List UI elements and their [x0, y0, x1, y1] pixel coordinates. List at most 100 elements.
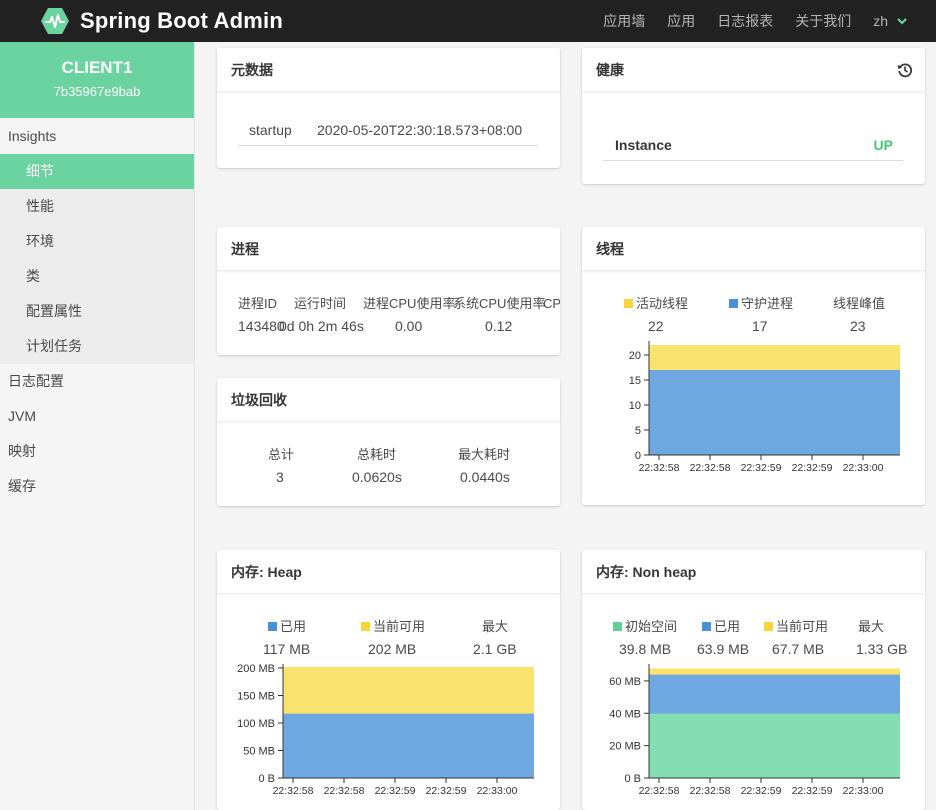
heap-committed-value: 202 MB — [368, 641, 417, 657]
nonheap-init-legend: 初始空间 — [613, 616, 677, 635]
sidebar-item-mappings[interactable]: 映射 — [0, 434, 194, 469]
legend-swatch-green — [613, 622, 622, 631]
gc-count-value: 3 — [276, 469, 284, 485]
sidebar-item-metrics[interactable]: 性能 — [0, 189, 194, 224]
nav-link-about[interactable]: 关于我们 — [795, 11, 851, 31]
threads-live-value: 22 — [648, 318, 664, 334]
process-uptime-value: 0d 0h 2m 46s — [279, 318, 364, 334]
heap-max-label: 最大 — [482, 619, 509, 634]
threads-peak-value: 23 — [850, 318, 866, 334]
gc-max-time-value: 0.0440s — [460, 469, 510, 485]
x-tick-label: 22:32:58 — [639, 462, 680, 474]
x-tick-label: 22:32:59 — [792, 785, 833, 797]
sidebar-item-scheduled-tasks[interactable]: 计划任务 — [0, 329, 194, 364]
health-title: 健康 — [596, 62, 624, 78]
sidebar-item-jvm[interactable]: JVM — [0, 399, 194, 434]
y-tick-label: 60 MB — [609, 676, 641, 688]
chevron-down-icon — [897, 18, 907, 25]
process-id-label: 进程ID — [238, 296, 278, 311]
y-tick-label: 5 — [635, 425, 641, 437]
sidebar-item-loggers[interactable]: 日志配置 — [0, 364, 194, 399]
threads-daemon-label: 守护进程 — [741, 296, 794, 311]
metadata-value: 2020-05-20T22:30:18.573+08:00 — [317, 122, 523, 138]
threads-card: 线程 活动线程 守护进程 线程峰值 22 17 23 0 5 10 15 20 22:32… — [582, 227, 925, 505]
sidebar-item-beans[interactable]: 类 — [0, 259, 194, 294]
y-tick-label: 40 MB — [609, 708, 641, 720]
nonheap-committed-label: 当前可用 — [776, 619, 829, 634]
nonheap-title: 内存: Non heap — [582, 550, 925, 594]
history-icon[interactable] — [897, 62, 913, 78]
legend-swatch-blue — [729, 299, 738, 308]
heap-committed-legend: 当前可用 — [361, 616, 425, 635]
insights-submenu: 细节 性能 环境 类 配置属性 计划任务 — [0, 154, 194, 364]
x-tick-label: 22:32:59 — [741, 785, 782, 797]
nonheap-init-label: 初始空间 — [625, 619, 678, 634]
sidebar: CLIENT1 7b35967e9bab Insights 细节 性能 环境 类… — [0, 42, 195, 810]
legend-swatch-yellow — [624, 299, 633, 308]
nonheap-used-label: 已用 — [714, 619, 741, 634]
gc-card: 垃圾回收 总计 总耗时 最大耗时 3 0.0620s 0.0440s — [217, 378, 560, 506]
sidebar-group-insights[interactable]: Insights — [0, 118, 194, 154]
gc-max-time-label: 最大耗时 — [458, 447, 511, 462]
language-label: zh — [873, 13, 888, 29]
heap-chart: 0 B 50 MB 100 MB 150 MB 200 MB 22:32:58 22:32:… — [237, 663, 534, 797]
nonheap-committed-legend: 当前可用 — [764, 616, 828, 635]
area-series-1 — [649, 713, 900, 778]
brand[interactable]: Spring Boot Admin — [40, 6, 283, 36]
y-tick-label: 20 MB — [609, 741, 641, 753]
x-tick-label: 22:32:58 — [690, 785, 731, 797]
sidebar-item-config-props[interactable]: 配置属性 — [0, 294, 194, 329]
heap-committed-label: 当前可用 — [373, 619, 426, 634]
nav-link-applications[interactable]: 应用 — [667, 11, 695, 31]
brand-name: Spring Boot Admin — [80, 8, 284, 33]
nonheap-init-value: 39.8 MB — [619, 641, 672, 657]
language-selector[interactable]: zh — [873, 13, 908, 29]
sidebar-item-caches[interactable]: 缓存 — [0, 469, 194, 504]
threads-daemon-legend: 守护进程 — [729, 293, 793, 312]
nonheap-chart: 0 B 20 MB 40 MB 60 MB 22:32:58 22:32:58 22:32:… — [609, 664, 900, 797]
health-header: 健康 — [582, 48, 925, 92]
x-tick-label: 22:32:59 — [792, 462, 833, 474]
legend-swatch-yellow — [361, 622, 370, 631]
process-card: 进程 进程ID 运行时间 进程CPU使用率 系统CPU使用率 CPU核心 143… — [217, 227, 560, 355]
heartbeat-hexagon-icon — [41, 8, 69, 34]
process-title: 进程 — [217, 227, 560, 271]
process-cpu-label: 进程CPU使用率 — [363, 296, 456, 311]
metadata-row: startup 2020-05-20T22:30:18.573+08:00 — [238, 110, 538, 146]
nav-link-journal[interactable]: 日志报表 — [717, 11, 773, 31]
system-cpu-value: 0.12 — [485, 318, 513, 334]
cpu-cores-label: CPU核心 — [543, 296, 560, 311]
sidebar-item-environment[interactable]: 环境 — [0, 224, 194, 259]
x-tick-label: 22:32:58 — [639, 785, 680, 797]
health-card: 健康 Instance UP — [582, 48, 925, 184]
gc-title: 垃圾回收 — [217, 378, 560, 422]
area-series-1 — [649, 370, 900, 455]
nonheap-used-legend: 已用 — [702, 616, 740, 635]
threads-live-label: 活动线程 — [636, 296, 689, 311]
y-tick-label: 0 B — [258, 773, 275, 785]
y-tick-label: 100 MB — [237, 718, 275, 730]
threads-chart: 0 5 10 15 20 22:32:58 22:32:58 22:32:59 22:32:59… — [629, 341, 900, 474]
sidebar-item-details[interactable]: 细节 — [0, 154, 194, 189]
system-cpu-label: 系统CPU使用率 — [453, 296, 546, 311]
legend-swatch-blue — [268, 622, 277, 631]
metadata-title: 元数据 — [217, 48, 560, 92]
gc-total-time-value: 0.0620s — [352, 469, 402, 485]
heap-used-label: 已用 — [280, 619, 307, 634]
heap-card: 内存: Heap 已用 当前可用 最大 117 MB 202 MB 2.1 GB… — [217, 550, 560, 810]
instance-id: 7b35967e9bab — [53, 84, 141, 99]
legend-swatch-blue — [702, 622, 711, 631]
y-tick-label: 0 B — [624, 773, 641, 785]
nonheap-committed-value: 67.7 MB — [772, 641, 825, 657]
heap-used-value: 117 MB — [263, 641, 311, 657]
heap-max-value: 2.1 GB — [473, 641, 517, 657]
legend-swatch-yellow — [764, 622, 773, 631]
nav-link-wallboard[interactable]: 应用墙 — [603, 11, 645, 31]
nonheap-card: 内存: Non heap 初始空间 已用 当前可用 最大 39.8 MB 63.… — [582, 550, 925, 810]
nonheap-used-value: 63.9 MB — [697, 641, 750, 657]
health-instance-label: Instance — [615, 137, 672, 153]
x-tick-label: 22:32:59 — [741, 462, 782, 474]
process-id-value: 143480 — [238, 318, 285, 334]
metadata-card: 元数据 startup 2020-05-20T22:30:18.573+08:0… — [217, 48, 560, 168]
x-tick-label: 22:33:00 — [843, 785, 884, 797]
